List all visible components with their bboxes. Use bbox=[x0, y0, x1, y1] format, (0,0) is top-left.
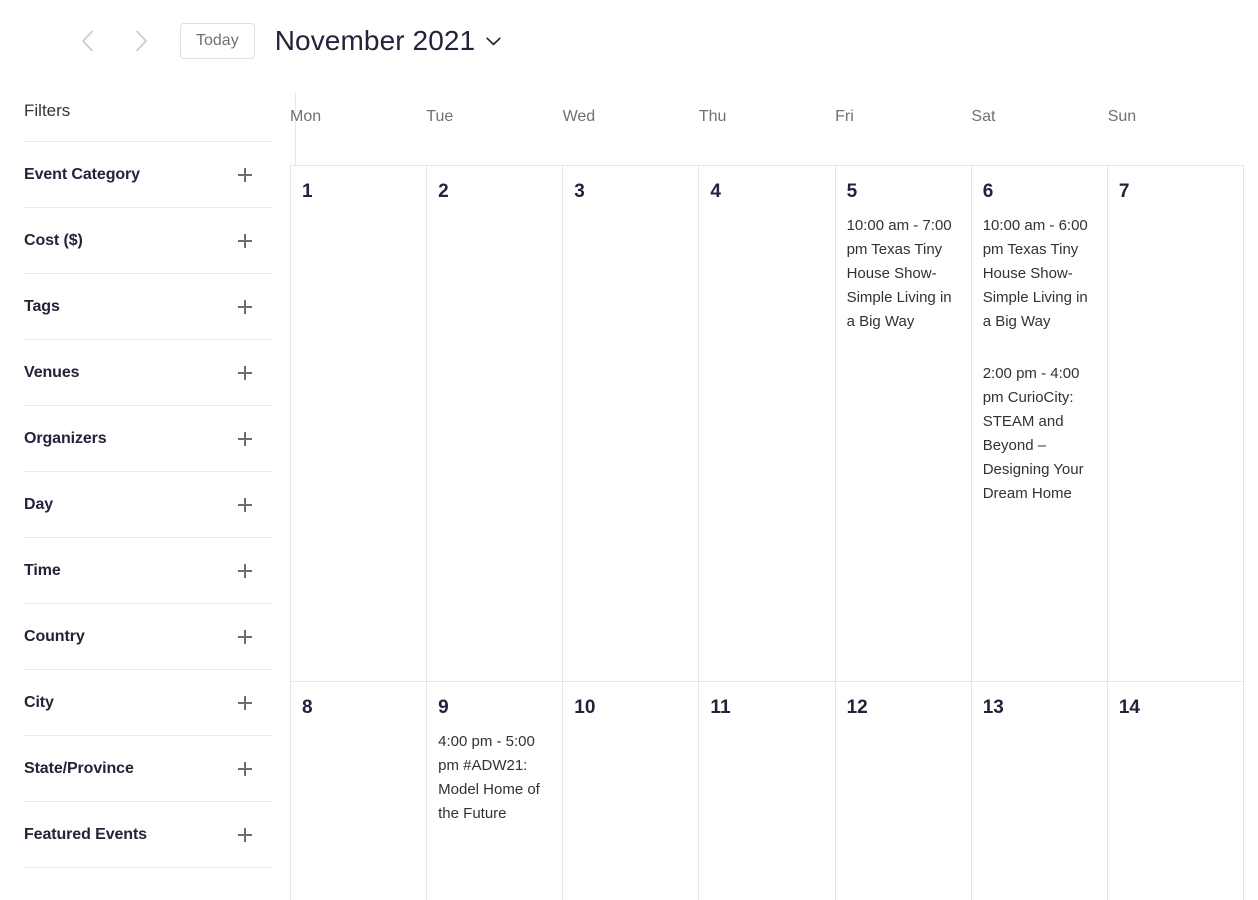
day-cell-6[interactable]: 6 10:00 am - 6:00 pm Texas Tiny House Sho… bbox=[971, 166, 1108, 682]
filter-row-time[interactable]: Time bbox=[24, 537, 272, 603]
filter-label: Featured Events bbox=[24, 825, 147, 843]
filter-label: Day bbox=[24, 495, 54, 513]
weekday-header-mon: Mon bbox=[290, 108, 322, 125]
calendar-event[interactable]: 4:00 pm - 5:00 pm #ADW21: Model Home of … bbox=[438, 730, 551, 826]
day-cell-12[interactable]: 12 bbox=[835, 682, 972, 900]
day-number: 7 bbox=[1118, 181, 1130, 202]
filter-row-cost[interactable]: Cost ($) bbox=[24, 207, 272, 273]
day-number: 4 bbox=[710, 181, 721, 202]
day-number: 11 bbox=[710, 697, 731, 718]
day-cell-9[interactable]: 9 4:00 pm - 5:00 pm #ADW21: Model Home of… bbox=[427, 682, 564, 900]
day-number: 12 bbox=[846, 697, 868, 718]
weekday-header-wed: Wed bbox=[562, 108, 596, 125]
filter-row-state-province[interactable]: State/Province bbox=[24, 735, 272, 801]
filter-label: Tags bbox=[24, 297, 60, 315]
calendar-week-row: 1 2 3 4 5 10:00 am - 7:00 pm Texas Tiny House… bbox=[291, 166, 1244, 682]
day-number: 3 bbox=[574, 181, 585, 202]
plus-icon[interactable] bbox=[238, 695, 252, 710]
day-cell-1[interactable]: 1 bbox=[291, 166, 428, 682]
filter-list: Event Category Cost ($) Tags Venues Organize… bbox=[24, 141, 272, 868]
next-month-button[interactable] bbox=[124, 24, 158, 58]
plus-icon[interactable] bbox=[238, 233, 252, 248]
day-cell-4[interactable]: 4 bbox=[699, 166, 836, 682]
day-number: 6 bbox=[982, 181, 994, 202]
filter-row-venues[interactable]: Venues bbox=[24, 339, 272, 405]
day-number: 8 bbox=[302, 697, 313, 718]
filter-label: State/Province bbox=[24, 759, 134, 777]
calendar-week-row: 8 9 4:00 pm - 5:00 pm #ADW21: Model Home o… bbox=[291, 682, 1244, 900]
filter-row-featured-events[interactable]: Featured Events bbox=[24, 801, 272, 867]
day-cell-5[interactable]: 5 10:00 am - 7:00 pm Texas Tiny House Sho… bbox=[835, 166, 972, 682]
day-number: 9 bbox=[438, 697, 449, 718]
filters-sidebar: Filters Event Category Cost ($) Tags Venues… bbox=[0, 100, 272, 900]
plus-icon[interactable] bbox=[238, 167, 252, 182]
plus-icon[interactable] bbox=[238, 563, 252, 578]
filter-row-city[interactable]: City bbox=[24, 669, 272, 735]
weekday-header-sat: Sat bbox=[971, 108, 996, 125]
day-number: 2 bbox=[438, 181, 449, 202]
filter-label: Cost ($) bbox=[24, 231, 83, 249]
plus-icon[interactable] bbox=[238, 431, 252, 446]
weekday-header-tue: Tue bbox=[426, 108, 454, 125]
weekday-header-row: Mon Tue Wed Thu Fri Sat Sun bbox=[290, 100, 1244, 165]
day-number: 14 bbox=[1118, 697, 1140, 718]
day-cell-7[interactable]: 7 bbox=[1107, 166, 1244, 682]
day-cell-3[interactable]: 3 bbox=[563, 166, 700, 682]
page-title: November 2021 bbox=[274, 25, 476, 56]
calendar-toolbar: Today November 2021 bbox=[0, 0, 1258, 82]
day-cell-11[interactable]: 11 bbox=[699, 682, 836, 900]
filter-row-tags[interactable]: Tags bbox=[24, 273, 272, 339]
filters-heading: Filters bbox=[24, 101, 71, 120]
filter-row-country[interactable]: Country bbox=[24, 603, 272, 669]
filter-label: Event Category bbox=[24, 165, 140, 183]
filter-label: Country bbox=[24, 627, 85, 645]
calendar-event[interactable]: 2:00 pm - 4:00 pm CurioCity: STEAM and B… bbox=[983, 362, 1096, 506]
calendar-event[interactable]: 10:00 am - 7:00 pm Texas Tiny House Show… bbox=[847, 214, 960, 334]
calendar-grid: 1 2 3 4 5 10:00 am - 7:00 pm Texas Tiny House… bbox=[290, 165, 1244, 900]
filter-row-event-category[interactable]: Event Category bbox=[24, 141, 272, 207]
day-cell-8[interactable]: 8 bbox=[291, 682, 428, 900]
filter-label: City bbox=[24, 693, 54, 711]
day-cell-14[interactable]: 14 bbox=[1107, 682, 1244, 900]
filter-label: Time bbox=[24, 561, 61, 579]
chevron-down-icon bbox=[486, 36, 501, 46]
day-cell-13[interactable]: 13 bbox=[971, 682, 1108, 900]
day-number: 5 bbox=[846, 181, 858, 202]
filter-list-bottom-divider bbox=[24, 867, 272, 868]
weekday-header-sun: Sun bbox=[1107, 108, 1137, 125]
day-cell-2[interactable]: 2 bbox=[427, 166, 564, 682]
plus-icon[interactable] bbox=[238, 629, 252, 644]
day-number: 1 bbox=[302, 181, 313, 202]
previous-month-button[interactable] bbox=[70, 24, 104, 58]
month-calendar: Mon Tue Wed Thu Fri Sat Sun 1 2 3 4 5 10:00 am - 7:… bbox=[290, 100, 1244, 900]
filter-label: Organizers bbox=[24, 429, 107, 447]
calendar-event[interactable]: 10:00 am - 6:00 pm Texas Tiny House Show… bbox=[983, 214, 1096, 334]
weekday-header-fri: Fri bbox=[835, 108, 854, 125]
day-number: 10 bbox=[574, 697, 596, 718]
filter-row-day[interactable]: Day bbox=[24, 471, 272, 537]
day-cell-10[interactable]: 10 bbox=[563, 682, 700, 900]
plus-icon[interactable] bbox=[238, 761, 252, 776]
month-title-dropdown[interactable]: November 2021 bbox=[275, 25, 502, 57]
plus-icon[interactable] bbox=[238, 827, 252, 842]
plus-icon[interactable] bbox=[238, 497, 252, 512]
chevron-left-icon bbox=[81, 30, 94, 52]
today-button[interactable]: Today bbox=[180, 23, 255, 59]
weekday-header-thu: Thu bbox=[698, 108, 727, 125]
plus-icon[interactable] bbox=[238, 365, 252, 380]
plus-icon[interactable] bbox=[238, 299, 252, 314]
filter-row-organizers[interactable]: Organizers bbox=[24, 405, 272, 471]
chevron-right-icon bbox=[135, 30, 148, 52]
calendar-page: Today November 2021 Filters Event Catego… bbox=[0, 0, 1258, 900]
filter-label: Venues bbox=[24, 363, 80, 381]
day-number: 13 bbox=[982, 697, 1004, 718]
